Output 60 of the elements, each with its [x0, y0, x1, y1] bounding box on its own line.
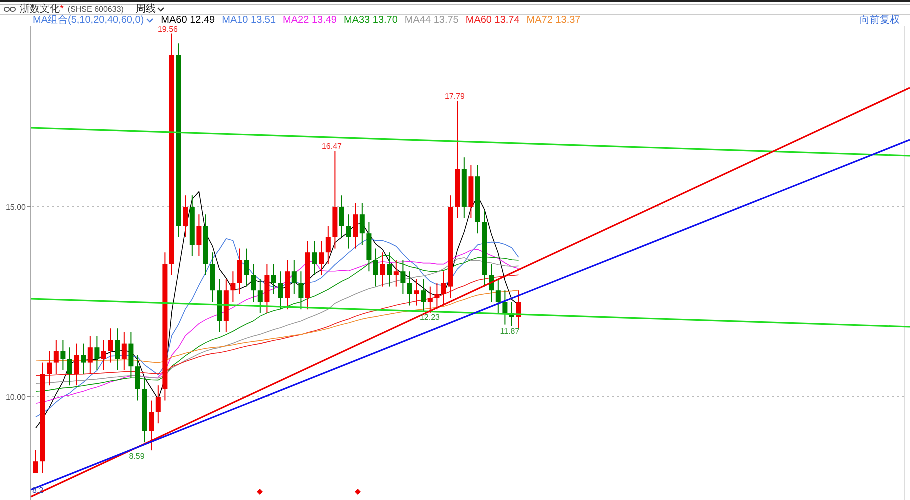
candlestick — [380, 252, 386, 288]
candlestick — [434, 282, 440, 310]
axis-label: 15.00 — [6, 203, 26, 212]
ma-legend-value: MA72 13.37 — [526, 16, 581, 26]
candlestick — [128, 332, 134, 378]
price-label: 11.87 — [500, 327, 520, 336]
candlestick — [366, 222, 372, 272]
link-icon[interactable] — [4, 6, 16, 13]
candlestick — [400, 260, 406, 295]
candlestick — [196, 214, 202, 257]
ma-legend-value: MA44 13.75 — [404, 16, 459, 26]
event-marker-icon — [257, 489, 263, 495]
candlestick — [510, 302, 514, 326]
price-label: 19.56 — [158, 26, 178, 34]
price-label: 8.59 — [129, 452, 145, 461]
stock-code: (SHSE 600633) — [68, 6, 124, 14]
candlestick — [60, 340, 66, 371]
price-label: 17.79 — [444, 92, 466, 101]
ma-group-dropdown[interactable]: MA组合(5,10,20,40,60,0) — [33, 16, 154, 26]
candlestick — [210, 252, 216, 302]
candlestick — [278, 271, 284, 310]
stock-title: 浙数文化* — [20, 4, 64, 14]
ma-legend-value: MA60 12.49 — [161, 16, 216, 26]
candlestick — [306, 240, 310, 310]
candlestick — [408, 271, 412, 306]
candlestick — [516, 290, 522, 330]
ma-legend-value: MA22 13.49 — [283, 16, 337, 26]
candlestick — [374, 248, 378, 288]
candlestick — [230, 271, 236, 302]
adjust-mode-link[interactable]: 向前复权 — [860, 16, 900, 26]
candlestick — [204, 214, 208, 276]
price-label: 12.23 — [420, 313, 440, 322]
candlestick — [312, 240, 318, 276]
event-marker-icon — [355, 489, 361, 495]
candlestick — [298, 271, 304, 310]
candlestick — [94, 336, 100, 371]
candlestick — [414, 278, 420, 306]
ma-legend-value: MA33 13.70 — [344, 16, 398, 26]
candlestick — [476, 164, 480, 234]
price-label: 16.47 — [322, 142, 342, 151]
candlestick — [272, 264, 276, 295]
candlestick — [102, 340, 106, 371]
candlestick — [502, 290, 508, 326]
candlestick — [68, 347, 72, 386]
candlestick — [340, 195, 344, 238]
candlestick — [346, 214, 352, 250]
candlestick — [74, 343, 80, 386]
candlestick — [136, 354, 140, 402]
ma-legend-value: MA10 13.51 — [222, 16, 276, 26]
candlestick — [244, 248, 250, 288]
period-dropdown[interactable]: 周线 — [136, 4, 165, 14]
ma-legend-value: MA60 13.74 — [466, 16, 520, 26]
candlestick — [442, 271, 446, 306]
candlestick — [34, 450, 38, 473]
candlestick — [238, 248, 242, 295]
candlestick — [468, 164, 474, 219]
candlestick — [108, 328, 114, 364]
candlestick — [142, 378, 148, 444]
candlestick — [264, 264, 270, 314]
axis-label: 10.00 — [6, 393, 26, 402]
